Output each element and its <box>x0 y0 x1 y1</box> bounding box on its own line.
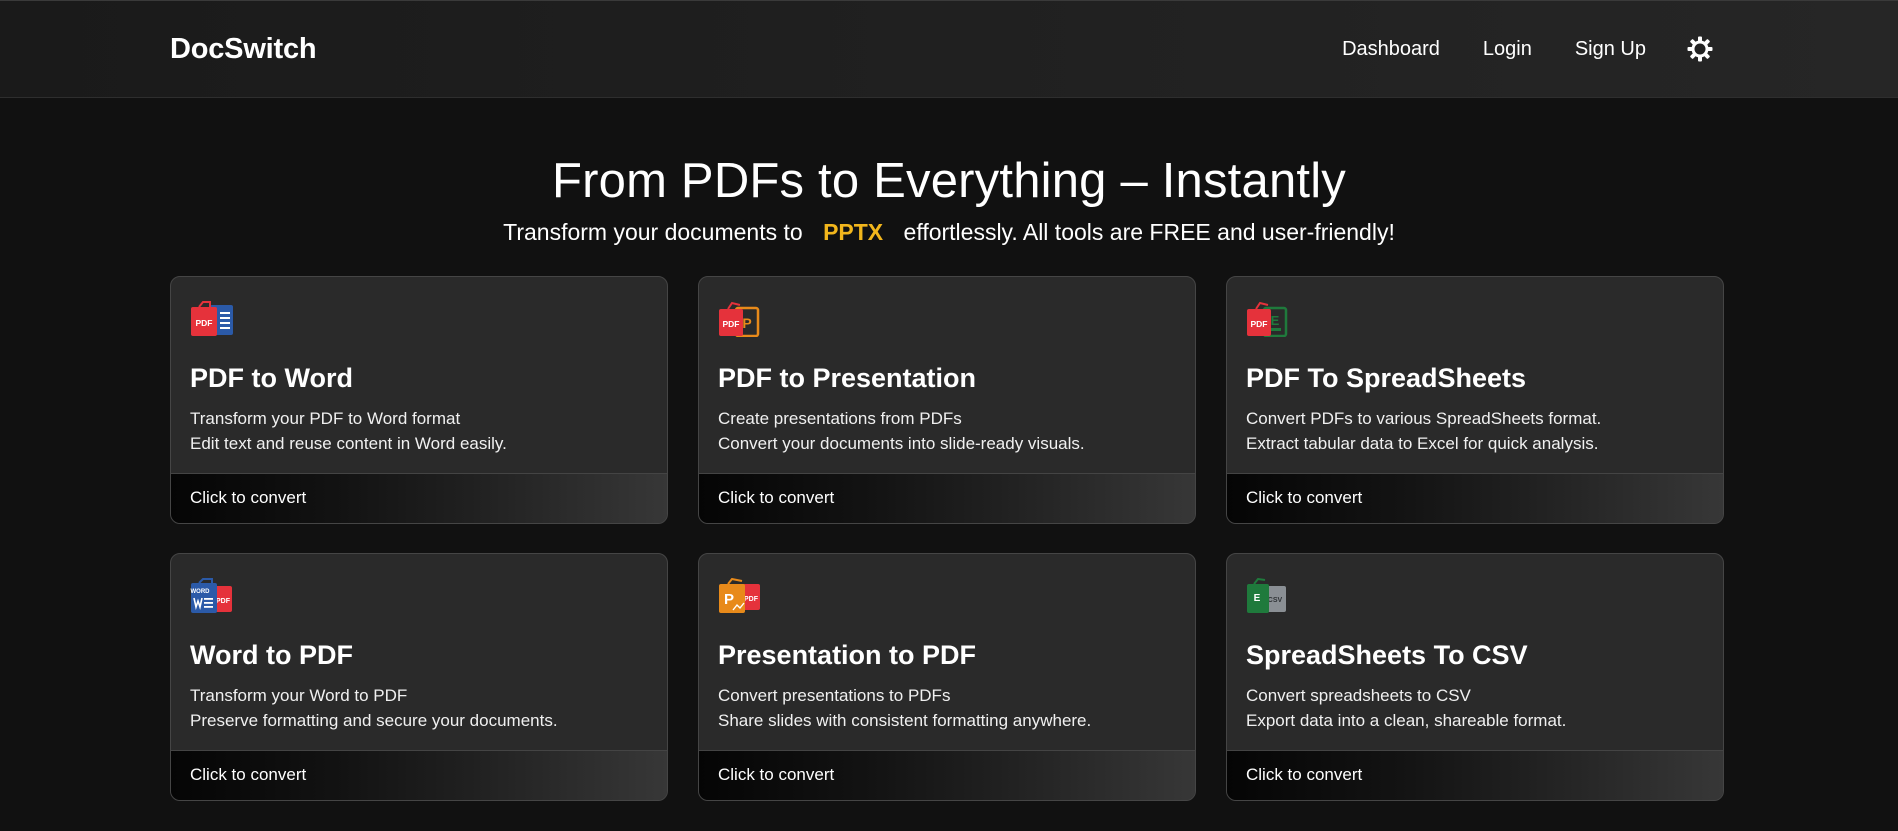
card-description-line: Preserve formatting and secure your docu… <box>190 711 558 730</box>
card-description-line: Edit text and reuse content in Word easi… <box>190 434 507 453</box>
card-description: Convert spreadsheets to CSV Export data … <box>1246 683 1566 733</box>
card-title: PDF to Presentation <box>718 363 977 393</box>
card-description-line: Export data into a clean, shareable form… <box>1246 711 1567 730</box>
card-description: Convert presentations to PDFs Share slid… <box>718 683 1091 733</box>
icon-label: E <box>1271 313 1280 328</box>
card-convert-footer[interactable]: Click to convert <box>1227 750 1723 800</box>
card-description: Convert PDFs to various SpreadSheets for… <box>1246 406 1601 456</box>
word-to-pdf-icon: PDF WORD <box>190 578 236 614</box>
spreadsheet-to-csv-icon: CSV E <box>1246 577 1292 614</box>
pdf-to-word-icon: PDF <box>190 301 236 337</box>
card-description-line: Convert spreadsheets to CSV <box>1246 686 1471 705</box>
card-description: Transform your PDF to Word format Edit t… <box>190 406 507 456</box>
icon-label: WORD <box>191 589 211 595</box>
card-description-line: Create presentations from PDFs <box>718 409 962 428</box>
card-description-line: Convert your documents into slide-ready … <box>718 434 1085 453</box>
icon-label: P <box>742 315 751 331</box>
card-title: PDF To SpreadSheets <box>1246 363 1527 393</box>
icon-label: PDF <box>196 318 213 328</box>
hero-section: From PDFs to Everything – Instantly Tran… <box>0 153 1898 246</box>
card-pdf-to-word[interactable]: PDF PDF to Word Transform your PDF to Wo… <box>170 276 668 524</box>
pdf-to-spreadsheet-icon: E PDF <box>1246 301 1292 338</box>
brand-logo[interactable]: DocSwitch <box>170 33 317 66</box>
card-convert-footer[interactable]: Click to convert <box>699 750 1195 800</box>
top-navbar: DocSwitch Dashboard Login Sign Up <box>0 0 1898 98</box>
nav-login-link[interactable]: Login <box>1483 38 1532 61</box>
icon-label: CSV <box>1268 597 1283 604</box>
card-pdf-to-presentation[interactable]: P PDF PDF to Presentation Create present… <box>698 276 1196 524</box>
pdf-to-presentation-icon: P PDF <box>718 301 764 338</box>
tools-grid: PDF PDF to Word Transform your PDF to Wo… <box>170 276 1724 801</box>
hero-accent-word: PPTX <box>823 219 884 245</box>
icon-label: P <box>724 591 734 608</box>
card-title: PDF to Word <box>190 363 353 393</box>
nav-dashboard-link[interactable]: Dashboard <box>1342 38 1440 61</box>
icon-label: E <box>1254 593 1261 604</box>
card-convert-footer[interactable]: Click to convert <box>171 750 667 800</box>
card-description-line: Convert presentations to PDFs <box>718 686 951 705</box>
icon-label: PDF <box>216 598 231 605</box>
nav-links: Dashboard Login Sign Up <box>1342 36 1713 62</box>
icon-label: PDF <box>723 319 740 329</box>
card-pdf-to-spreadsheets[interactable]: E PDF PDF To SpreadSheets Convert PDFs t… <box>1226 276 1724 524</box>
card-title: Presentation to PDF <box>718 640 977 670</box>
hero-subtitle-after: effortlessly. All tools are FREE and use… <box>903 219 1395 245</box>
card-title: Word to PDF <box>190 640 353 670</box>
card-description-line: Convert PDFs to various SpreadSheets for… <box>1246 409 1602 428</box>
card-convert-footer[interactable]: Click to convert <box>171 473 667 523</box>
card-title: SpreadSheets To CSV <box>1246 640 1528 670</box>
hero-subtitle-before: Transform your documents to <box>503 219 803 245</box>
presentation-to-pdf-icon: PDF P <box>718 577 764 614</box>
card-description-line: Extract tabular data to Excel for quick … <box>1246 434 1599 453</box>
card-description: Create presentations from PDFs Convert y… <box>718 406 1085 456</box>
card-description-line: Share slides with consistent formatting … <box>718 711 1092 730</box>
hero-subtitle: Transform your documents to PPTX effortl… <box>0 219 1898 246</box>
hero-title: From PDFs to Everything – Instantly <box>552 154 1346 208</box>
card-word-to-pdf[interactable]: PDF WORD Word to PDF Transform your Word… <box>170 553 668 801</box>
card-description-line: Transform your Word to PDF <box>190 686 408 705</box>
card-presentation-to-pdf[interactable]: PDF P Presentation to PDF Convert presen… <box>698 553 1196 801</box>
card-spreadsheets-to-csv[interactable]: CSV E SpreadSheets To CSV Convert spread… <box>1226 553 1724 801</box>
icon-label: PDF <box>744 596 759 603</box>
card-convert-footer[interactable]: Click to convert <box>1227 473 1723 523</box>
card-description-line: Transform your PDF to Word format <box>190 409 461 428</box>
card-convert-footer[interactable]: Click to convert <box>699 473 1195 523</box>
sun-icon[interactable] <box>1687 36 1713 62</box>
card-description: Transform your Word to PDF Preserve form… <box>190 683 558 733</box>
icon-label: PDF <box>1251 319 1268 329</box>
nav-signup-link[interactable]: Sign Up <box>1575 38 1646 61</box>
